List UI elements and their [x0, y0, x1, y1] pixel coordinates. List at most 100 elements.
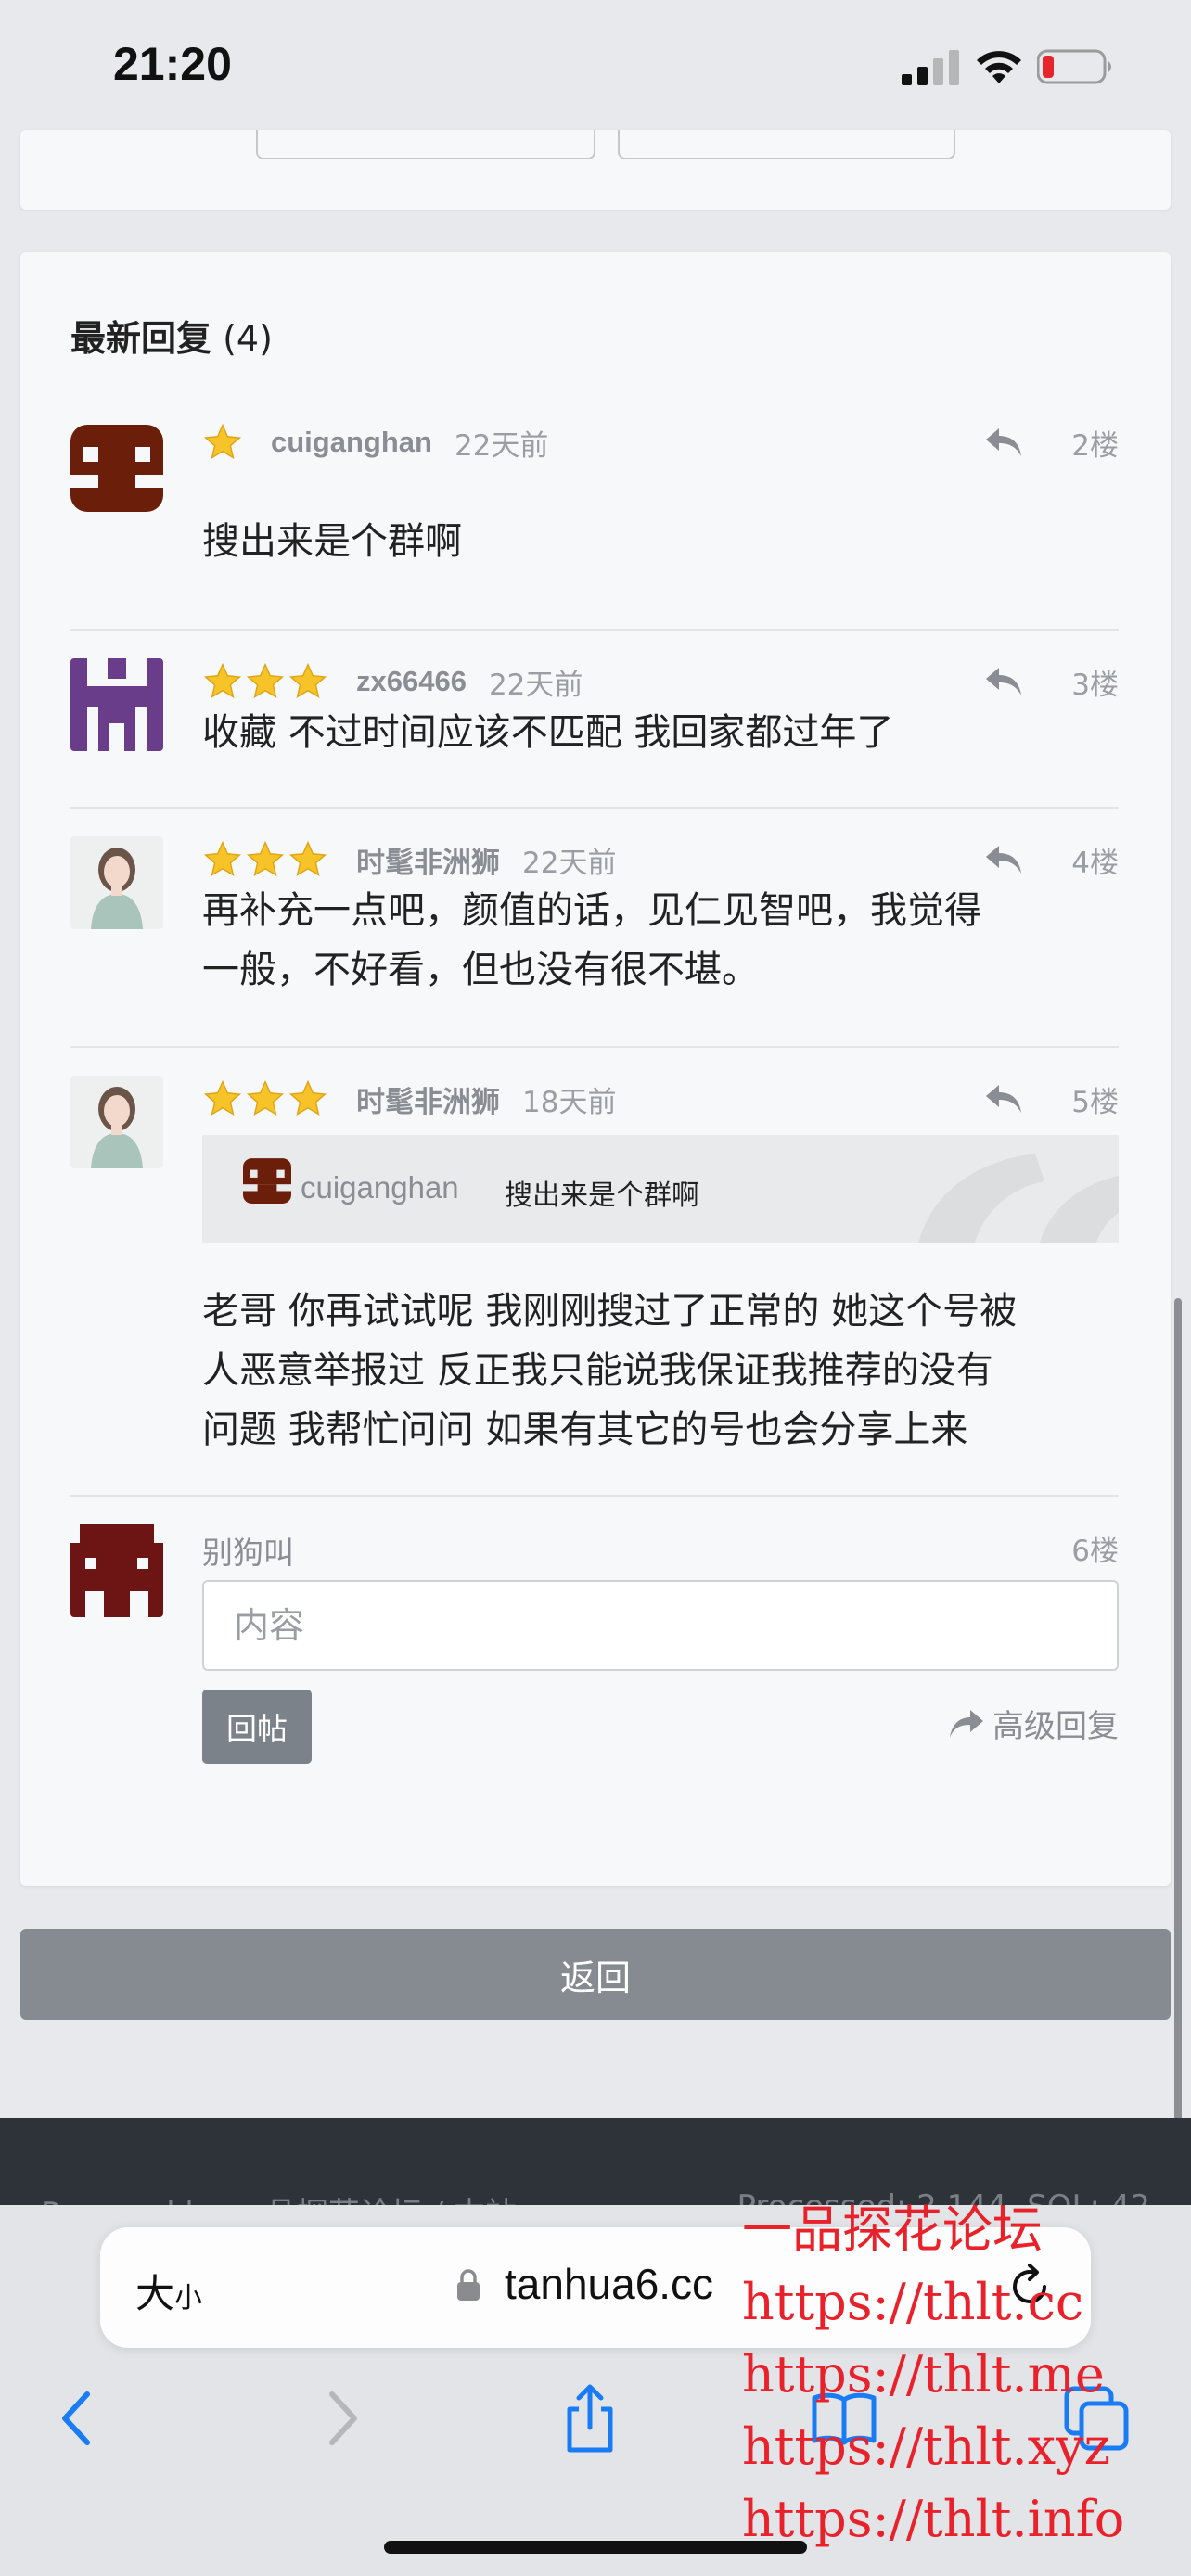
post-time: 18天前 [522, 1085, 617, 1119]
outline-button-left[interactable] [256, 130, 596, 159]
post-actions: 5楼 [984, 1076, 1119, 1122]
post-content: 老哥 你再试试呢 我刚刚搜过了正常的 她这个号被 人恶意举报过 反正我只能说我保… [202, 1282, 1130, 1460]
replies-heading: 最新回复 (4) [70, 310, 273, 361]
quoted-user-avatar [243, 1158, 291, 1204]
replies-card: 最新回复 (4) cuiganghan 22天前 2楼 搜出来是个群啊 zx66… [20, 252, 1171, 1886]
post-floor-4: 时髦非洲狮 22天前 4楼 再补充一点吧，颜值的话，见仁见智吧，我觉得 一般，不… [70, 836, 1119, 1022]
content-line: 老哥 你再试试呢 我刚刚搜过了正常的 她这个号被 [202, 1290, 1018, 1333]
post-content: 再补充一点吧，颜值的话，见仁见智吧，我觉得 一般，不好看，但也没有很不堪。 [202, 881, 1130, 1000]
content-line: 人恶意举报过 反正我只能说我保证我推荐的没有 [202, 1349, 993, 1392]
post-username[interactable]: 时髦非洲狮 [356, 1078, 500, 1120]
replies-title: 最新回复 [70, 318, 212, 359]
post-username[interactable]: 时髦非洲狮 [356, 839, 500, 881]
reply-icon[interactable] [984, 1083, 1023, 1115]
reply-icon[interactable] [984, 427, 1023, 458]
post-floor-3: zx66466 22天前 3楼 收藏 不过时间应该不匹配 我回家都过年了 [70, 658, 1119, 770]
text-size-small: 小 [174, 2283, 203, 2314]
previous-card [20, 130, 1171, 210]
star-icon [203, 423, 242, 460]
star-icon [246, 662, 285, 699]
user-avatar-photo[interactable] [70, 1076, 163, 1168]
current-user-avatar [70, 1524, 163, 1617]
star-icon [246, 840, 285, 877]
rating-stars [202, 422, 243, 463]
rating-stars [202, 661, 328, 702]
advanced-reply-link[interactable]: 高级回复 [948, 1701, 1119, 1746]
share-icon[interactable] [553, 2381, 627, 2455]
star-icon [246, 1079, 285, 1116]
watermark-line: 一品探花论坛 [742, 2200, 1043, 2259]
content-line: 再补充一点吧，颜值的话，见仁见智吧，我觉得 [202, 889, 981, 932]
floor-number: 4楼 [1071, 846, 1119, 880]
reply-content-input[interactable] [204, 1582, 1117, 1669]
status-bar: 21:20 [0, 0, 1191, 130]
floor-number: 5楼 [1071, 1085, 1119, 1119]
submit-reply-button[interactable]: 回帖 [202, 1690, 312, 1764]
divider [70, 1046, 1119, 1048]
post-actions: 4楼 [984, 836, 1119, 883]
post-content: 收藏 不过时间应该不匹配 我回家都过年了 [202, 711, 894, 754]
post-meta: 时髦非洲狮 18天前 [202, 1076, 616, 1122]
share-arrow-icon [950, 1709, 983, 1738]
content-line: 问题 我帮忙问问 如果有其它的号也会分享上来 [202, 1409, 968, 1451]
page-scrollbar[interactable] [1174, 1298, 1182, 2133]
post-time: 22天前 [454, 428, 549, 463]
user-avatar[interactable] [70, 658, 163, 751]
advanced-reply-label: 高级回复 [992, 1708, 1119, 1745]
floor-number: 6楼 [1071, 1534, 1119, 1568]
post-time: 22天前 [488, 668, 583, 702]
rating-stars [202, 839, 328, 880]
user-avatar[interactable] [70, 419, 163, 512]
star-icon [203, 840, 242, 877]
text-size-large: 大 [135, 2272, 175, 2315]
post-username[interactable]: zx66466 [356, 665, 467, 698]
reply-icon[interactable] [984, 666, 1023, 697]
quoted-text: 搜出来是个群啊 [505, 1180, 699, 1212]
reply-count: (4) [223, 318, 273, 359]
cellular-signal-icon [902, 50, 959, 85]
star-icon [288, 662, 327, 699]
watermark-line: https://thlt.me [742, 2345, 1105, 2404]
rating-stars [202, 1078, 328, 1119]
outline-button-right[interactable] [618, 130, 955, 159]
star-icon [288, 1079, 327, 1116]
watermark-line: https://thlt.info [742, 2490, 1125, 2548]
quoted-reply[interactable]: cuiganghan 搜出来是个群啊 [202, 1135, 1119, 1243]
star-icon [203, 1079, 242, 1116]
reply-form: 别狗叫 6楼 回帖 高级回复 [70, 1524, 1119, 1803]
post-content: 搜出来是个群啊 [202, 520, 462, 563]
post-meta: 时髦非洲狮 22天前 [202, 836, 616, 883]
post-floor-5: 时髦非洲狮 18天前 5楼 cuiganghan 搜出来是个群啊 老哥 你再试试… [70, 1076, 1119, 1451]
reply-content-field[interactable] [202, 1580, 1119, 1671]
post-meta: zx66466 22天前 [202, 658, 583, 705]
url-text: tanhua6.cc [505, 2260, 714, 2308]
divider [70, 629, 1119, 631]
quoted-username: cuiganghan [301, 1170, 459, 1205]
text-size-button[interactable]: 大小 [135, 2263, 202, 2319]
floor-number: 3楼 [1071, 668, 1119, 702]
wifi-icon [977, 51, 1021, 83]
back-button[interactable]: 返回 [20, 1929, 1171, 2020]
user-avatar-photo[interactable] [70, 836, 163, 929]
back-arrow-icon[interactable] [43, 2381, 117, 2455]
content-line: 一般，不好看，但也没有很不堪。 [202, 949, 759, 991]
post-actions: 3楼 [984, 658, 1119, 705]
divider [70, 807, 1119, 809]
next-floor: 6楼 [1071, 1524, 1119, 1571]
current-username: 别狗叫 [202, 1535, 294, 1571]
quote-mark-icon [918, 1154, 1119, 1243]
post-actions: 2楼 [984, 419, 1119, 465]
watermark-line: https://thlt.cc [742, 2273, 1084, 2331]
watermark-line: https://thlt.xyz [742, 2417, 1111, 2476]
battery-icon [1037, 49, 1111, 84]
watermark-overlay: 一品探花论坛 https://thlt.cc https://thlt.me h… [742, 2194, 1124, 2556]
post-username[interactable]: cuiganghan [271, 426, 432, 459]
floor-number: 2楼 [1071, 428, 1119, 463]
forward-arrow-icon[interactable] [302, 2381, 377, 2455]
divider [70, 1495, 1119, 1497]
star-icon [288, 840, 327, 877]
star-icon [203, 662, 242, 699]
status-time: 21:20 [113, 38, 232, 90]
post-time: 22天前 [522, 846, 617, 880]
reply-icon[interactable] [984, 844, 1023, 875]
